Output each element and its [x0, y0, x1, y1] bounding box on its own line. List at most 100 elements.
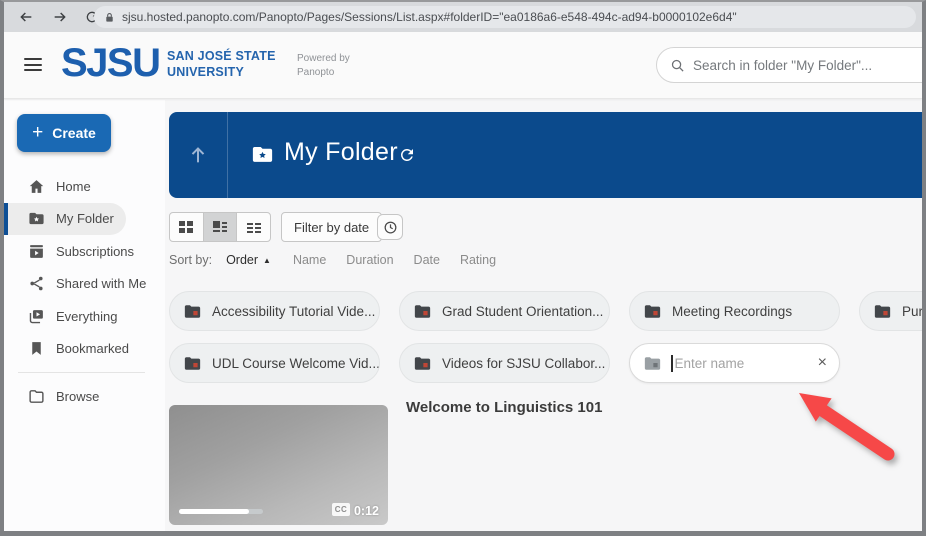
university-wordmark: SAN JOSÉ STATE UNIVERSITY [167, 48, 276, 81]
powered-by-line2: Panopto [297, 66, 350, 80]
sidebar-item-label: Bookmarked [56, 341, 129, 356]
sort-option-order[interactable]: Order ▲ [226, 253, 271, 267]
video-title[interactable]: Welcome to Linguistics 101 [406, 399, 602, 416]
main-content: My Folder Filter by date Sort by: Order ▲… [165, 100, 922, 531]
parent-folder-button[interactable] [169, 112, 228, 198]
address-bar[interactable]: sjsu.hosted.panopto.com/Panopto/Pages/Se… [94, 6, 916, 28]
sidebar-item-my-folder[interactable]: My Folder [4, 203, 126, 236]
new-folder-tile: × [629, 343, 840, 383]
folder-tile-label: UDL Course Welcome Vid... [212, 356, 380, 371]
sidebar-item-label: Everything [56, 309, 117, 324]
home-icon [28, 178, 45, 195]
list-view-button[interactable] [204, 213, 238, 241]
browser-forward-icon[interactable] [48, 5, 72, 29]
search-icon [670, 58, 685, 73]
sjsu-logo: SJSU [61, 41, 160, 86]
folder-search [656, 47, 926, 83]
list-view-icon [212, 219, 228, 235]
university-line2: UNIVERSITY [167, 64, 276, 80]
sidebar-item-everything[interactable]: Everything [4, 300, 165, 333]
folder-icon [414, 356, 431, 370]
sidebar-item-home[interactable]: Home [4, 170, 165, 203]
folder-tile[interactable]: Accessibility Tutorial Vide... [169, 291, 380, 331]
sort-option-duration[interactable]: Duration [346, 253, 393, 267]
sort-option-label: Order [226, 253, 258, 267]
subscriptions-icon [28, 243, 45, 260]
sidebar-item-label: Browse [56, 389, 99, 404]
plus-icon: + [32, 123, 43, 142]
app-header: SJSU SAN JOSÉ STATE UNIVERSITY Powered b… [4, 32, 922, 99]
url-text: sjsu.hosted.panopto.com/Panopto/Pages/Se… [122, 10, 737, 24]
sidebar-item-label: My Folder [56, 211, 114, 226]
grid-view-button[interactable] [170, 213, 204, 241]
sort-option-rating[interactable]: Rating [460, 253, 496, 267]
folder-tile[interactable]: Meeting Recordings [629, 291, 840, 331]
folder-star-icon [252, 145, 273, 163]
folder-tile[interactable]: Videos for SJSU Collabor... [399, 343, 610, 383]
folder-tile-label: Grad Student Orientation... [442, 304, 603, 319]
sidebar-item-shared-with-me[interactable]: Shared with Me [4, 268, 165, 301]
powered-by-line1: Powered by [297, 52, 350, 66]
folder-tile-label: Videos for SJSU Collabor... [442, 356, 605, 371]
folder-icon [644, 356, 661, 370]
grid-view-icon [178, 219, 194, 235]
share-icon [28, 275, 45, 292]
folder-star-icon [28, 210, 45, 227]
create-button[interactable]: + Create [17, 114, 111, 152]
annotation-arrow [785, 383, 915, 473]
video-progress-bar [179, 509, 263, 514]
search-input[interactable] [693, 58, 926, 73]
sidebar: + Create Home My Folder Subscriptions Sh… [4, 100, 165, 531]
sidebar-item-label: Home [56, 179, 91, 194]
folder-tile-label: Purp [902, 304, 926, 319]
video-thumbnail[interactable]: CC 0:12 [169, 405, 388, 525]
video-duration: 0:12 [354, 504, 379, 518]
create-button-label: Create [52, 125, 96, 141]
sort-option-date[interactable]: Date [414, 253, 440, 267]
detail-view-button[interactable] [237, 213, 270, 241]
folder-tile-label: Meeting Recordings [672, 304, 792, 319]
view-toggle-group [169, 212, 271, 242]
detail-view-icon [246, 219, 262, 235]
sort-by-label: Sort by: [169, 253, 212, 267]
browser-toolbar: sjsu.hosted.panopto.com/Panopto/Pages/Se… [4, 2, 922, 32]
folder-tile[interactable]: Grad Student Orientation... [399, 291, 610, 331]
page-title: My Folder [284, 138, 398, 167]
close-icon[interactable]: × [818, 355, 827, 371]
sort-option-name[interactable]: Name [293, 253, 326, 267]
folder-tile[interactable]: UDL Course Welcome Vid... [169, 343, 380, 383]
scheduled-recordings-button[interactable] [377, 214, 403, 240]
folder-icon [184, 304, 201, 318]
sort-bar: Sort by: Order ▲ Name Duration Date Ratin… [169, 253, 516, 267]
sidebar-divider [18, 372, 145, 373]
lock-icon [104, 12, 115, 23]
folder-banner: My Folder [169, 112, 922, 198]
powered-by-panopto: Powered by Panopto [297, 52, 350, 80]
sidebar-nav: Home My Folder Subscriptions Shared with… [4, 170, 165, 413]
sidebar-item-subscriptions[interactable]: Subscriptions [4, 235, 165, 268]
cc-badge: CC [332, 503, 350, 516]
folder-icon [644, 304, 661, 318]
folder-icon [874, 304, 891, 318]
everything-icon [28, 308, 45, 325]
folder-tile[interactable]: Purp [859, 291, 926, 331]
new-folder-name-input[interactable] [673, 356, 814, 371]
bookmark-icon [28, 340, 45, 357]
filter-by-date-button[interactable]: Filter by date [281, 212, 382, 242]
sort-asc-icon: ▲ [263, 256, 271, 265]
sidebar-item-browse[interactable]: Browse [4, 380, 165, 413]
folder-outline-icon [28, 388, 45, 405]
folder-tile-label: Accessibility Tutorial Vide... [212, 304, 375, 319]
hamburger-menu-icon[interactable] [24, 58, 42, 75]
screenshot-root: sjsu.hosted.panopto.com/Panopto/Pages/Se… [0, 0, 926, 536]
up-arrow-icon [187, 144, 209, 166]
browser-back-icon[interactable] [14, 5, 38, 29]
sidebar-item-label: Subscriptions [56, 244, 134, 259]
university-line1: SAN JOSÉ STATE [167, 48, 276, 64]
sidebar-item-bookmarked[interactable]: Bookmarked [4, 333, 165, 366]
refresh-icon[interactable] [398, 146, 416, 164]
clock-icon [383, 220, 398, 235]
sidebar-item-label: Shared with Me [56, 276, 146, 291]
folder-icon [414, 304, 431, 318]
folder-icon [184, 356, 201, 370]
